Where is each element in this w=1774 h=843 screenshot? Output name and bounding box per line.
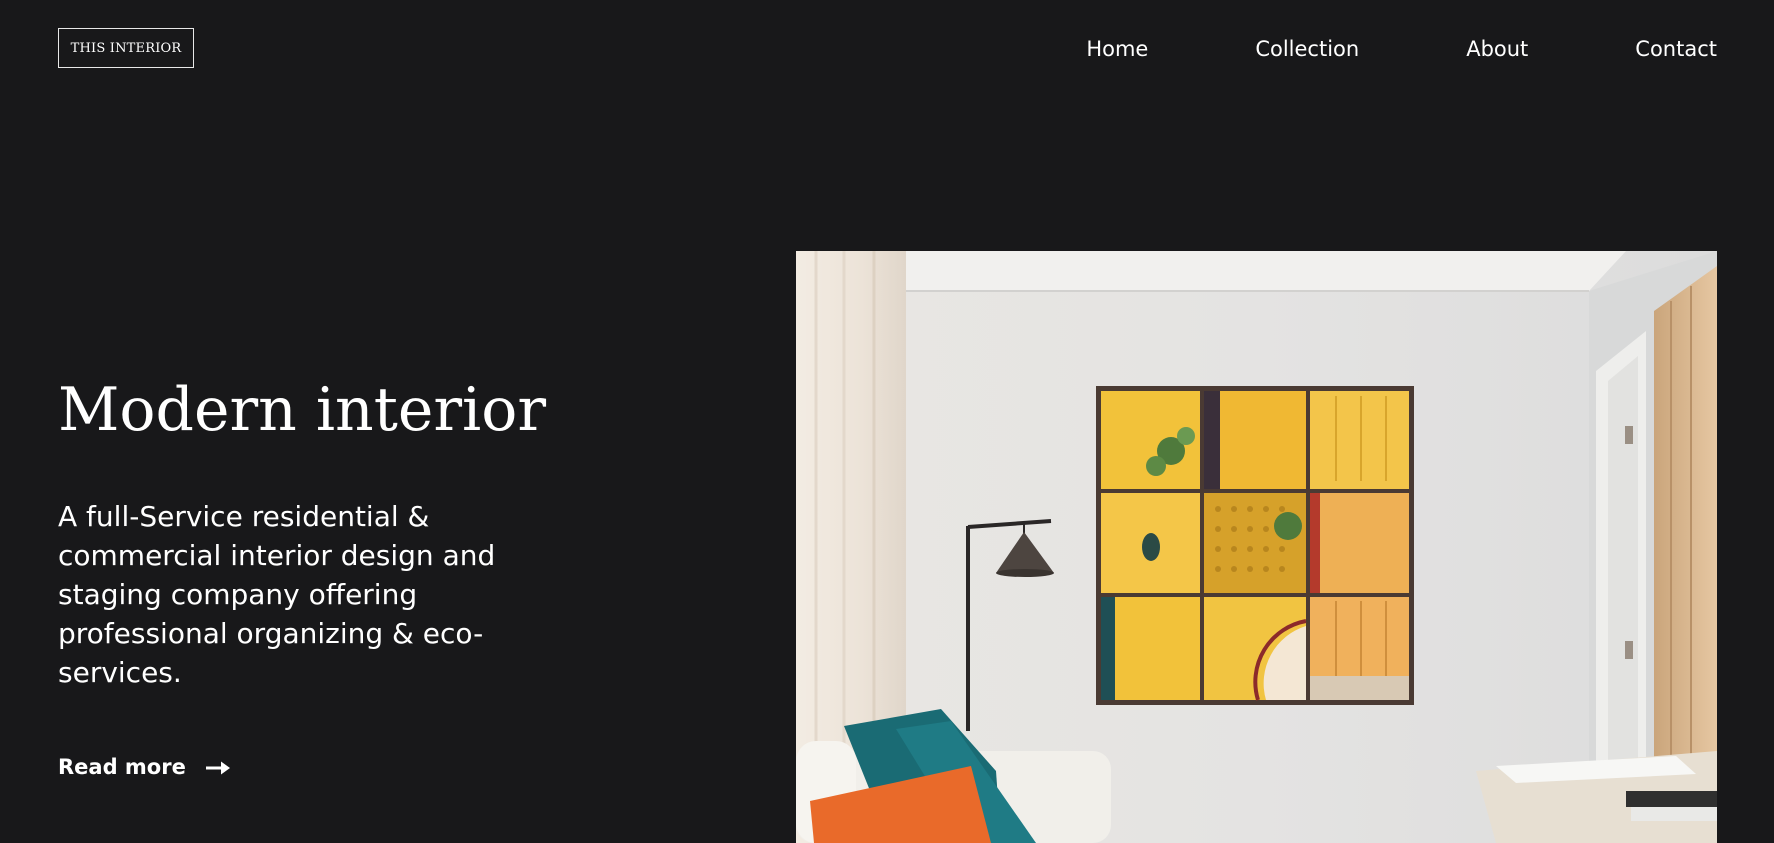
brand-logo-text: THIS INTERIOR bbox=[70, 40, 182, 56]
main-nav: Home Collection About Contact bbox=[1086, 34, 1717, 64]
read-more-link[interactable]: Read more bbox=[58, 752, 230, 782]
arrow-right-icon bbox=[205, 760, 230, 775]
hero-description: A full-Service residential & commercial … bbox=[58, 500, 496, 689]
nav-link-collection[interactable]: Collection bbox=[1255, 34, 1359, 64]
read-more-label: Read more bbox=[58, 755, 186, 779]
brand-logo[interactable]: THIS INTERIOR bbox=[58, 28, 194, 68]
hero-title: Modern interior bbox=[58, 375, 546, 445]
living-room-photo bbox=[796, 251, 1717, 843]
nav-link-contact[interactable]: Contact bbox=[1635, 34, 1717, 64]
hero-image bbox=[796, 251, 1717, 843]
nav-link-about[interactable]: About bbox=[1466, 34, 1528, 64]
nav-link-home[interactable]: Home bbox=[1086, 34, 1148, 64]
